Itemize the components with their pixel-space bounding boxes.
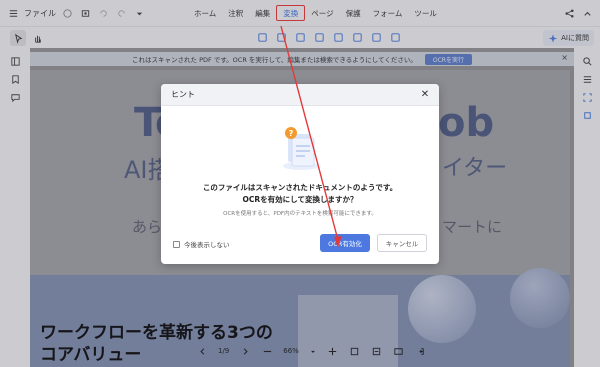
dialog-close-icon[interactable]: ✕ — [419, 89, 431, 101]
checkbox-box[interactable] — [173, 240, 180, 248]
dialog-message-line1: このファイルはスキャンされたドキュメントのようです。 — [202, 183, 398, 192]
dialog-note: OCRを使用すると、PDF内のテキストを検索可能にできます。 — [223, 211, 377, 217]
checkbox-label: 今後表示しない — [184, 241, 230, 249]
document-question-icon: ? — [283, 127, 319, 170]
dialog-title: ヒント — [171, 90, 195, 99]
ocr-dialog: ヒント ✕ ? このファイルはスキャンされたドキュメントのようです。 OCRを有… — [161, 84, 439, 264]
dialog-header: ヒント — [161, 84, 439, 106]
cancel-button[interactable]: キャンセル — [377, 234, 427, 252]
dont-show-again-checkbox[interactable]: 今後表示しない — [173, 239, 230, 249]
enable-ocr-button[interactable]: OCR有効化 — [320, 234, 370, 252]
svg-text:?: ? — [289, 129, 294, 138]
dialog-message-line2: OCRを有効にして変換しますか？ — [242, 195, 358, 204]
